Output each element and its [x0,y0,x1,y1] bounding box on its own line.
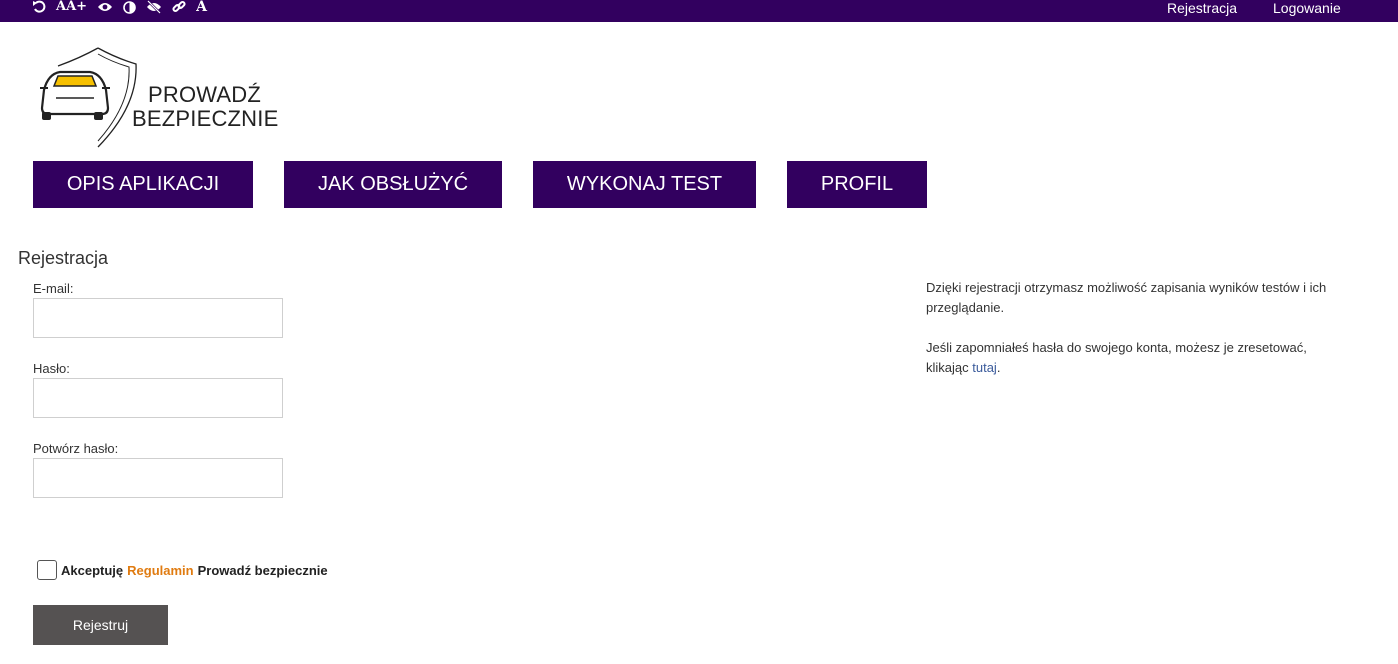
nav-opis-aplikacji[interactable]: OPIS APLIKACJI [33,161,253,208]
password-label: Hasło: [33,361,70,376]
login-link[interactable]: Logowanie [1273,0,1341,16]
nav-profil[interactable]: PROFIL [787,161,927,208]
info-reset-end: . [996,360,1001,375]
logo[interactable]: PROWADŹ BEZPIECZNIE [36,46,279,150]
confirm-password-field[interactable] [33,458,283,498]
email-field[interactable] [33,298,283,338]
info-paragraph-registration: Dzięki rejestracji otrzymasz możliwość z… [926,280,1327,315]
register-submit-button[interactable]: Rejestruj [33,605,168,645]
info-paragraph-reset: Jeśli zapomniałeś hasła do swojego konta… [926,338,1346,378]
reset-password-link[interactable]: tutaj [972,360,997,375]
contrast-icon[interactable] [123,0,136,14]
terms-prefix: Akceptuję [61,562,124,578]
register-link[interactable]: Rejestracja [1167,0,1237,16]
password-field[interactable] [33,378,283,418]
terms-row: Akceptuję Regulamin Prowadź bezpiecznie [37,560,328,580]
terms-link[interactable]: Regulamin [127,563,193,578]
nav-jak-obsluzyc[interactable]: JAK OBSŁUŻYĆ [284,161,502,208]
confirm-password-label: Potwórz hasło: [33,441,119,456]
hide-icon[interactable] [146,0,162,14]
font-size-increase-icon[interactable]: AA+ [56,0,87,14]
terms-suffix: Prowadź bezpiecznie [197,562,328,578]
logo-text-line2: BEZPIECZNIE [132,106,279,131]
reset-icon[interactable] [32,0,46,14]
top-bar: AA+ A Rejestracja Logowanie [0,0,1398,22]
eye-icon[interactable] [97,0,113,14]
font-icon[interactable]: A [196,0,207,14]
accessibility-toolbar: AA+ A [32,0,207,14]
terms-checkbox[interactable] [37,560,57,580]
page-title: Rejestracja [18,248,109,268]
email-label: E-mail: [33,281,74,296]
logo-text-line1: PROWADŹ [148,82,262,107]
nav-wykonaj-test[interactable]: WYKONAJ TEST [533,161,756,208]
link-icon[interactable] [172,0,186,14]
